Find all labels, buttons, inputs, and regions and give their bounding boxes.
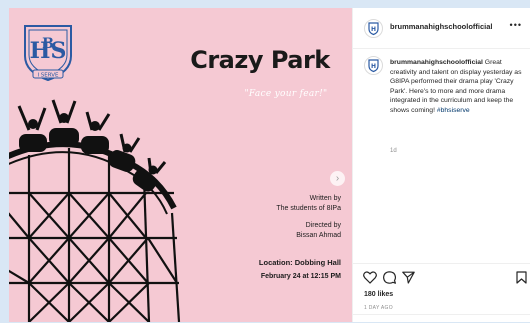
poster-credits-writers: Written by The students of 8IPa — [276, 194, 341, 214]
post-side-panel: H brummanahighschoolofficial ••• H brumm… — [352, 8, 530, 322]
instagram-post-modal: HS B I SERVE Crazy Park "Face your fear!… — [9, 8, 530, 322]
post-actions-bar — [353, 263, 530, 284]
post-author-username[interactable]: brummanahighschoolofficial — [390, 22, 493, 31]
written-by-label: Written by — [309, 195, 341, 202]
school-logo-icon: H — [368, 59, 379, 73]
post-header: H brummanahighschoolofficial ••• — [353, 8, 530, 49]
caption-body: Great creativity and talent on display y… — [390, 59, 522, 114]
more-options-icon[interactable]: ••• — [510, 20, 522, 30]
next-image-button[interactable]: › — [330, 171, 345, 186]
poster-location: Location: Dobbing Hall — [258, 258, 341, 267]
svg-text:H: H — [371, 63, 376, 70]
post-image[interactable]: HS B I SERVE Crazy Park "Face your fear!… — [9, 8, 352, 322]
coaster-riders — [17, 99, 167, 192]
svg-text:H: H — [371, 26, 376, 33]
bookmark-icon[interactable] — [516, 271, 527, 284]
caption-username[interactable]: brummanahighschoolofficial — [390, 59, 483, 66]
avatar[interactable]: H — [364, 56, 383, 75]
school-logo-icon: H — [368, 22, 379, 36]
post-timestamp: 1 DAY AGO — [364, 305, 393, 311]
caption-text: brummanahighschoolofficial Great creativ… — [390, 58, 524, 116]
like-count[interactable]: 180 likes — [364, 291, 393, 298]
svg-text:I SERVE: I SERVE — [37, 73, 59, 79]
caption-hashtag[interactable]: #bhsiserve — [437, 107, 470, 114]
poster-date: February 24 at 12:15 PM — [260, 273, 341, 280]
comment-icon[interactable] — [383, 271, 396, 284]
poster-tagline: "Face your fear!" — [244, 89, 328, 99]
chevron-right-icon: › — [335, 172, 340, 184]
poster-title: Crazy Park — [190, 46, 330, 74]
written-by-value: The students of 8IPa — [276, 205, 341, 212]
caption-age: 1d — [390, 148, 397, 154]
svg-text:B: B — [42, 36, 54, 52]
directed-by-value: Bissan Ahmad — [296, 232, 341, 239]
avatar[interactable]: H — [364, 19, 383, 38]
directed-by-label: Directed by — [305, 222, 341, 229]
share-icon[interactable] — [402, 271, 415, 284]
poster-credits-director: Directed by Bissan Ahmad — [296, 221, 341, 241]
heart-icon[interactable] — [363, 271, 377, 284]
school-logo: HS B I SERVE — [24, 25, 72, 82]
